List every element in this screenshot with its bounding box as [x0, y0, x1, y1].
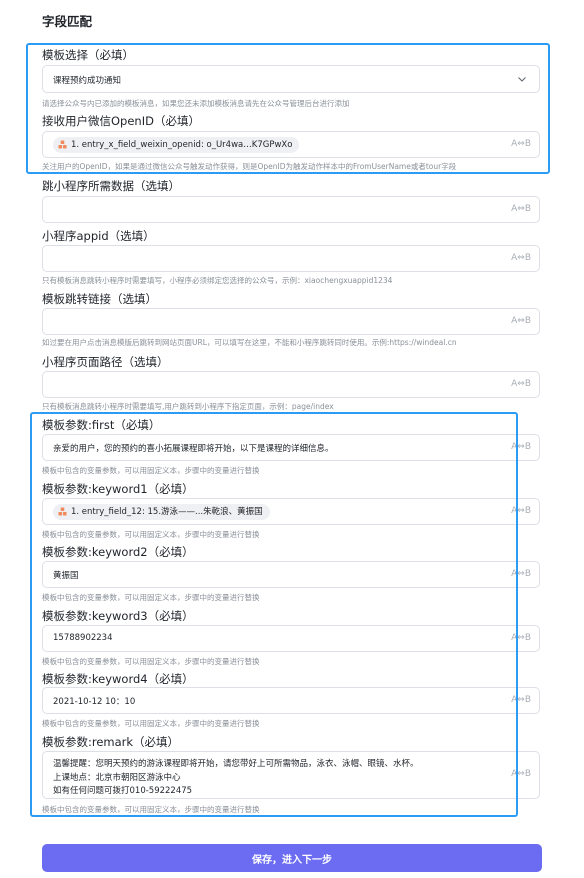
ab-mapping-icon[interactable]: A⇔B: [511, 316, 531, 326]
highlight-frame-required-top: [26, 43, 550, 174]
save-next-button[interactable]: 保存，进入下一步: [42, 844, 542, 872]
template-link-field[interactable]: A⇔B: [42, 308, 540, 335]
ab-mapping-icon[interactable]: A⇔B: [511, 253, 531, 263]
highlight-frame-template-params: [30, 412, 518, 817]
miniprogram-data-field[interactable]: A⇔B: [42, 196, 540, 223]
miniprogram-appid-field[interactable]: A⇔B: [42, 245, 540, 272]
template-link-hint: 如过要在用户点击消息模版后跳转到网站页面URL，可以填写在这里，不能和小程序跳转…: [42, 338, 457, 347]
ab-mapping-icon[interactable]: A⇔B: [511, 379, 531, 389]
template-link-label: 模板跳转链接（选填）: [42, 292, 157, 306]
miniprogram-data-label: 跳小程序所需数据（选填）: [42, 179, 180, 193]
miniprogram-path-label: 小程序页面路径（选填）: [42, 355, 169, 369]
miniprogram-path-hint: 只有模板消息跳转小程序时需要填写,用户跳转到小程序下指定页面，示例：page/i…: [42, 402, 334, 411]
ab-mapping-icon[interactable]: A⇔B: [511, 204, 531, 214]
miniprogram-appid-hint: 只有模板消息跳转小程序时需要填写，小程序必须绑定您选择的公众号，示例：xiaoc…: [42, 276, 393, 285]
section-title: 字段匹配: [42, 14, 93, 29]
miniprogram-path-field[interactable]: A⇔B: [42, 371, 540, 398]
miniprogram-appid-label: 小程序appid（选填）: [42, 229, 155, 243]
